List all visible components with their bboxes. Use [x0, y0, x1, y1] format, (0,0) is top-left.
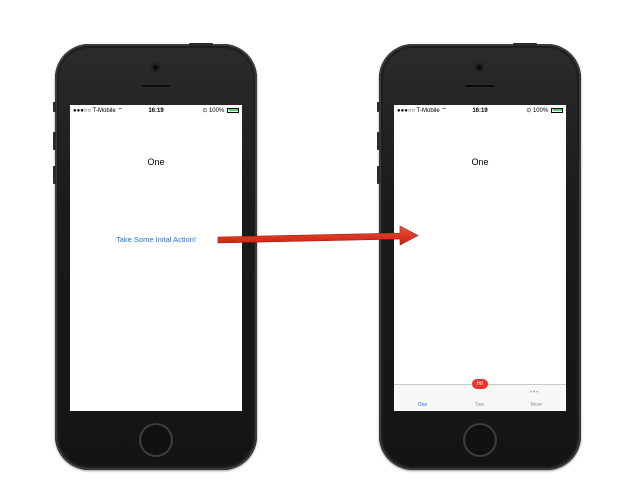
transition-arrow-icon	[217, 225, 419, 246]
